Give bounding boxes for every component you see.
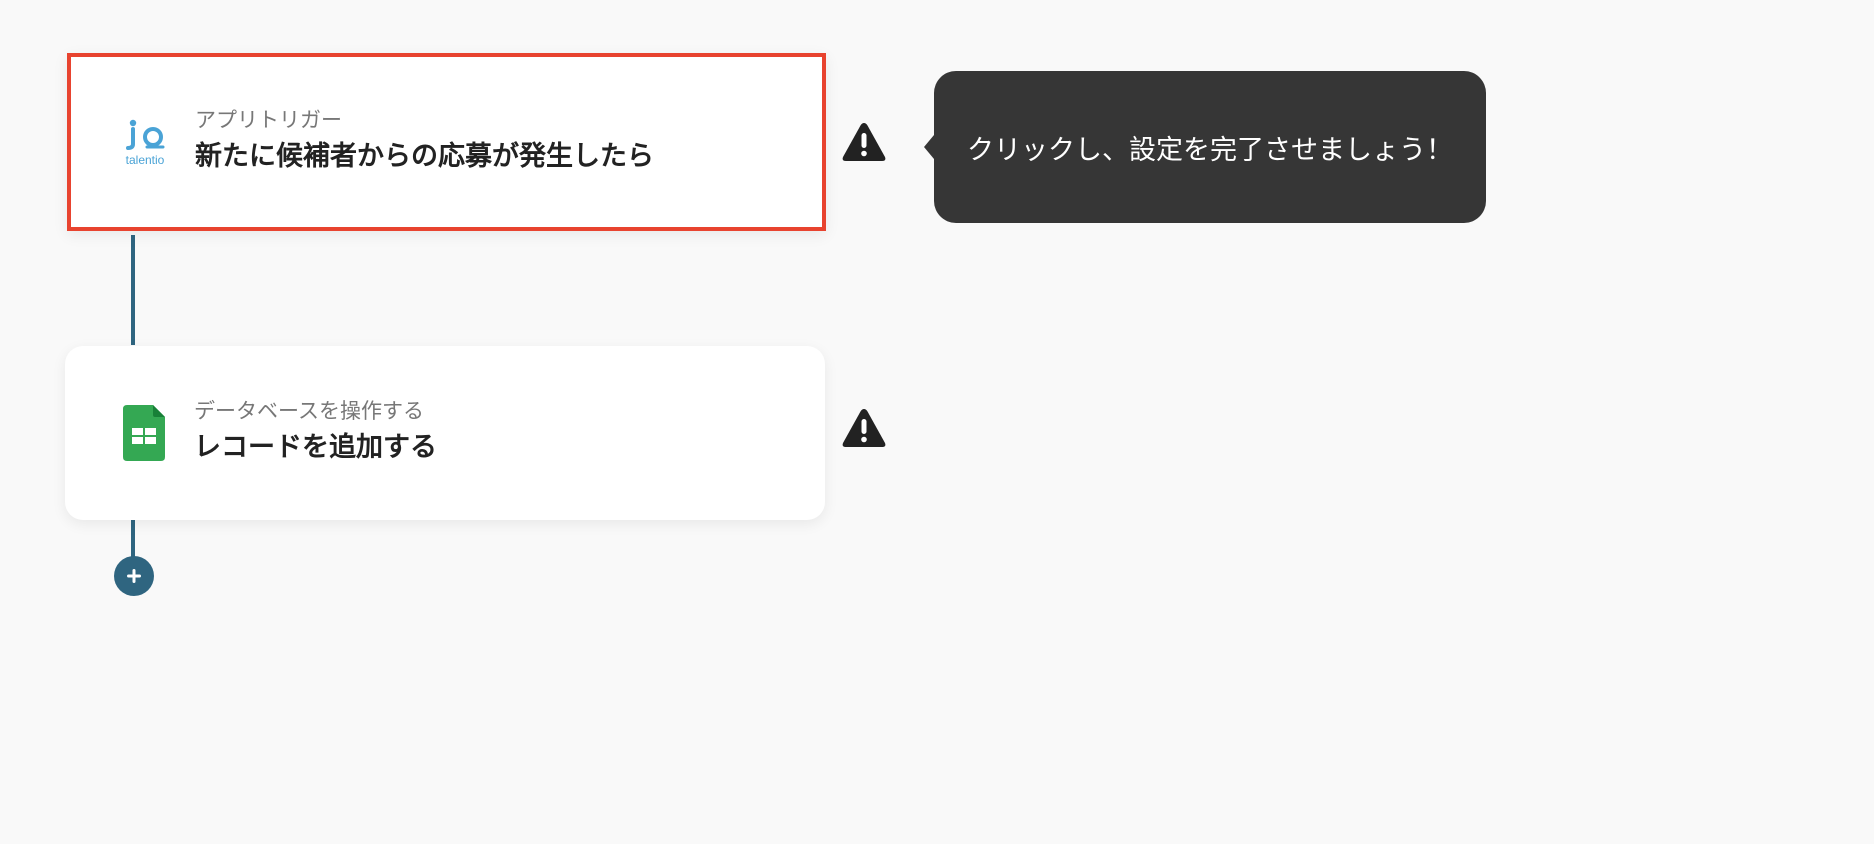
- flow-connector-line: [131, 235, 135, 345]
- step-subtitle: アプリトリガー: [195, 108, 342, 132]
- warning-icon: [840, 406, 888, 450]
- setup-hint-tooltip: クリックし、設定を完了させましょう！: [924, 71, 1486, 223]
- warning-icon: [840, 120, 888, 164]
- plus-icon: [127, 569, 141, 583]
- tooltip-arrow: [924, 135, 934, 159]
- flow-connector-line: [131, 519, 135, 559]
- action-step-card[interactable]: データベースを操作する レコードを追加する: [65, 346, 825, 520]
- step-title: 新たに候補者からの応募が発生したら: [195, 141, 654, 172]
- step-subtitle: データベースを操作する: [194, 399, 424, 423]
- add-step-button[interactable]: [114, 556, 154, 596]
- tooltip-text: クリックし、設定を完了させましょう！: [967, 134, 1453, 166]
- talentio-logo-text: talentio: [126, 153, 165, 167]
- trigger-step-card[interactable]: talentio アプリトリガー 新たに候補者からの応募が発生したら: [67, 53, 826, 231]
- step-title: レコードを追加する: [194, 432, 437, 463]
- google-sheets-icon: [109, 398, 179, 468]
- talentio-logo-icon: talentio: [110, 107, 180, 177]
